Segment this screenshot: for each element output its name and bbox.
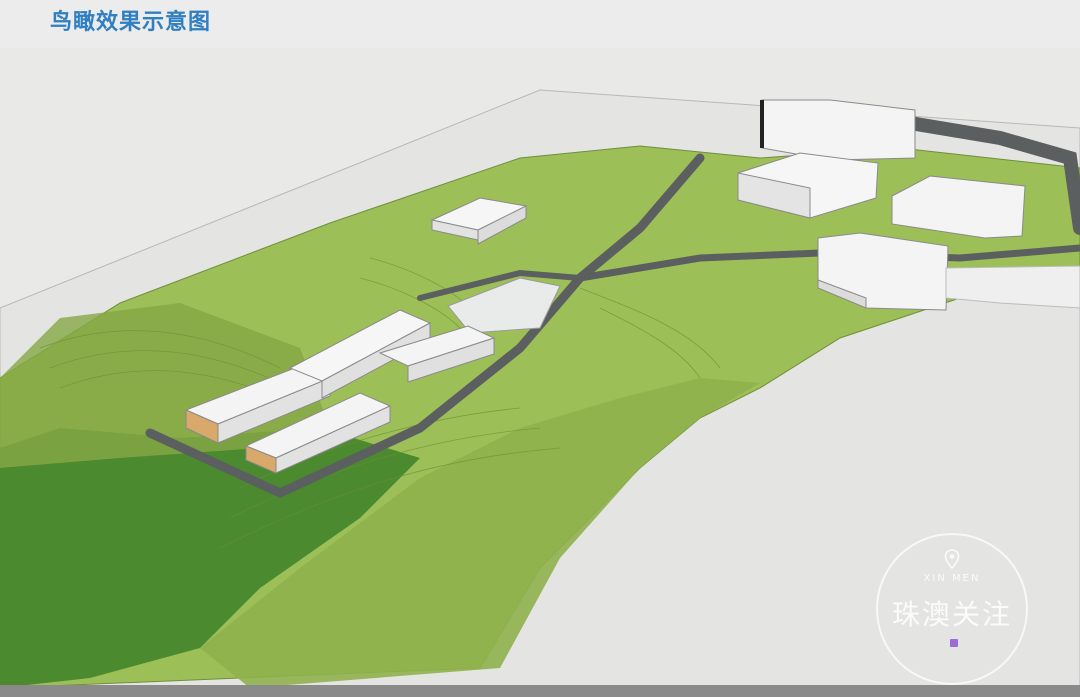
- watermark-badge: XIN MEN 珠澳关注: [876, 533, 1028, 685]
- page-title: 鸟瞰效果示意图: [50, 10, 212, 35]
- bottom-bar: [0, 685, 1080, 697]
- watermark-subtitle: XIN MEN: [923, 573, 981, 584]
- watermark-name: 珠澳关注: [891, 598, 1012, 631]
- map-pin-icon: [944, 549, 960, 573]
- watermark-logo-mark: [950, 639, 958, 647]
- header-bar: 鸟瞰效果示意图: [0, 0, 1080, 48]
